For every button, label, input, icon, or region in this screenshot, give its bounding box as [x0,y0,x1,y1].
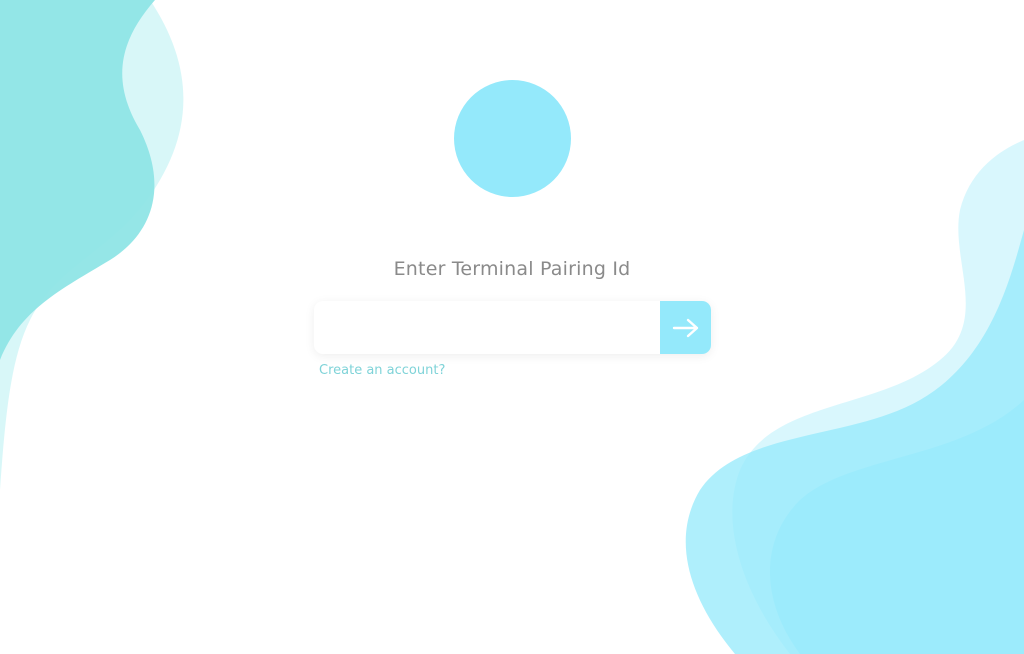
submit-button[interactable] [660,301,711,354]
pairing-prompt: Enter Terminal Pairing Id [393,258,631,280]
create-account-link[interactable]: Create an account? [319,363,445,378]
arrow-right-icon [672,318,698,337]
circle-logo [454,80,571,197]
pairing-id-input[interactable] [314,301,660,354]
pairing-form [314,301,711,354]
login-page: Enter Terminal Pairing Id Create an acco… [0,0,1024,654]
